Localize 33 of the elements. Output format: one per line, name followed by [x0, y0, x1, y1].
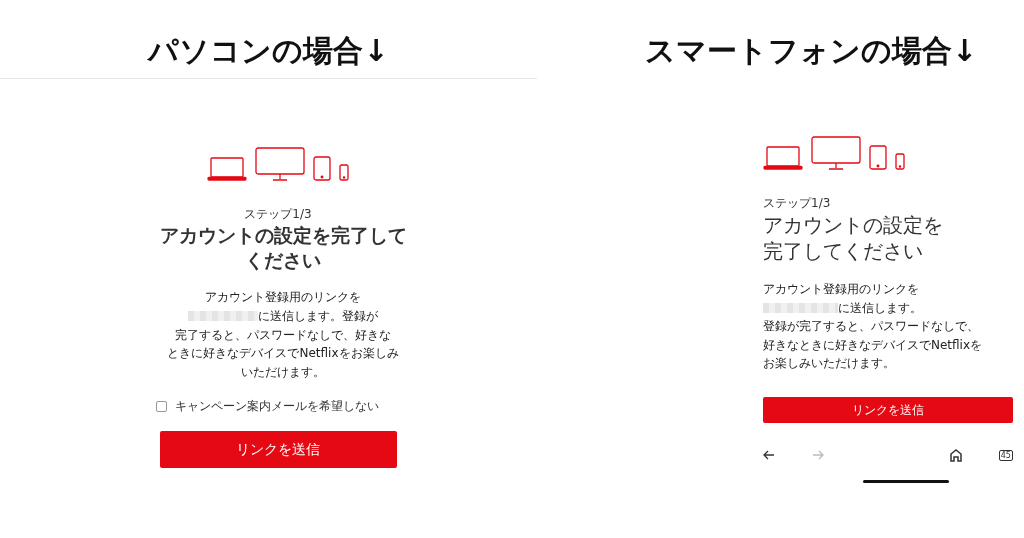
body-text: に送信します。	[838, 299, 922, 317]
body-text: アカウント登録用のリンクを	[763, 281, 919, 298]
send-link-button[interactable]: リンクを送信	[763, 396, 1013, 423]
body-text: ときに好きなデバイスでNetflixをお楽しみ	[167, 345, 399, 363]
back-icon[interactable]	[763, 450, 775, 461]
laptop-icon	[763, 146, 803, 170]
heading: スマートフォンの場合↓	[645, 33, 978, 70]
phone-icon	[339, 164, 349, 181]
page-title: アカウントの設定を完了してください	[763, 212, 944, 264]
page-title: アカウントの設定を完了してください	[158, 223, 408, 273]
checkbox-label: キャンペーン案内メールを希望しない	[175, 398, 379, 416]
laptop-icon	[207, 157, 247, 181]
monitor-icon	[255, 147, 305, 181]
tablet-icon	[313, 156, 331, 181]
body-text: 登録が完了すると、パスワードなしで、	[763, 318, 979, 336]
body-text: 好きなときに好きなデバイスでNetflixを	[763, 336, 983, 354]
body-text: に送信します。登録が	[258, 307, 378, 325]
monitor-icon	[811, 136, 861, 170]
checkbox[interactable]	[156, 400, 167, 412]
body-text: お楽しみいただけます。	[763, 355, 895, 373]
heading: パソコンの場合↓	[148, 33, 389, 68]
send-link-button[interactable]: リンクを送信	[159, 431, 397, 469]
step-label: ステップ1/3	[763, 195, 832, 212]
phone-icon	[895, 153, 905, 170]
body-text: いただけます。	[241, 363, 325, 381]
tablet-icon	[869, 145, 887, 170]
tab-count[interactable]: 45	[998, 449, 1013, 462]
home-indicator[interactable]	[863, 479, 949, 483]
body-text: アカウント登録用のリンクを	[205, 289, 361, 307]
redacted-email	[188, 311, 258, 322]
body-text: 完了すると、パスワードなしで、好きな	[175, 326, 391, 344]
home-icon[interactable]	[950, 448, 963, 462]
step-label: ステップ1/3	[243, 206, 313, 223]
